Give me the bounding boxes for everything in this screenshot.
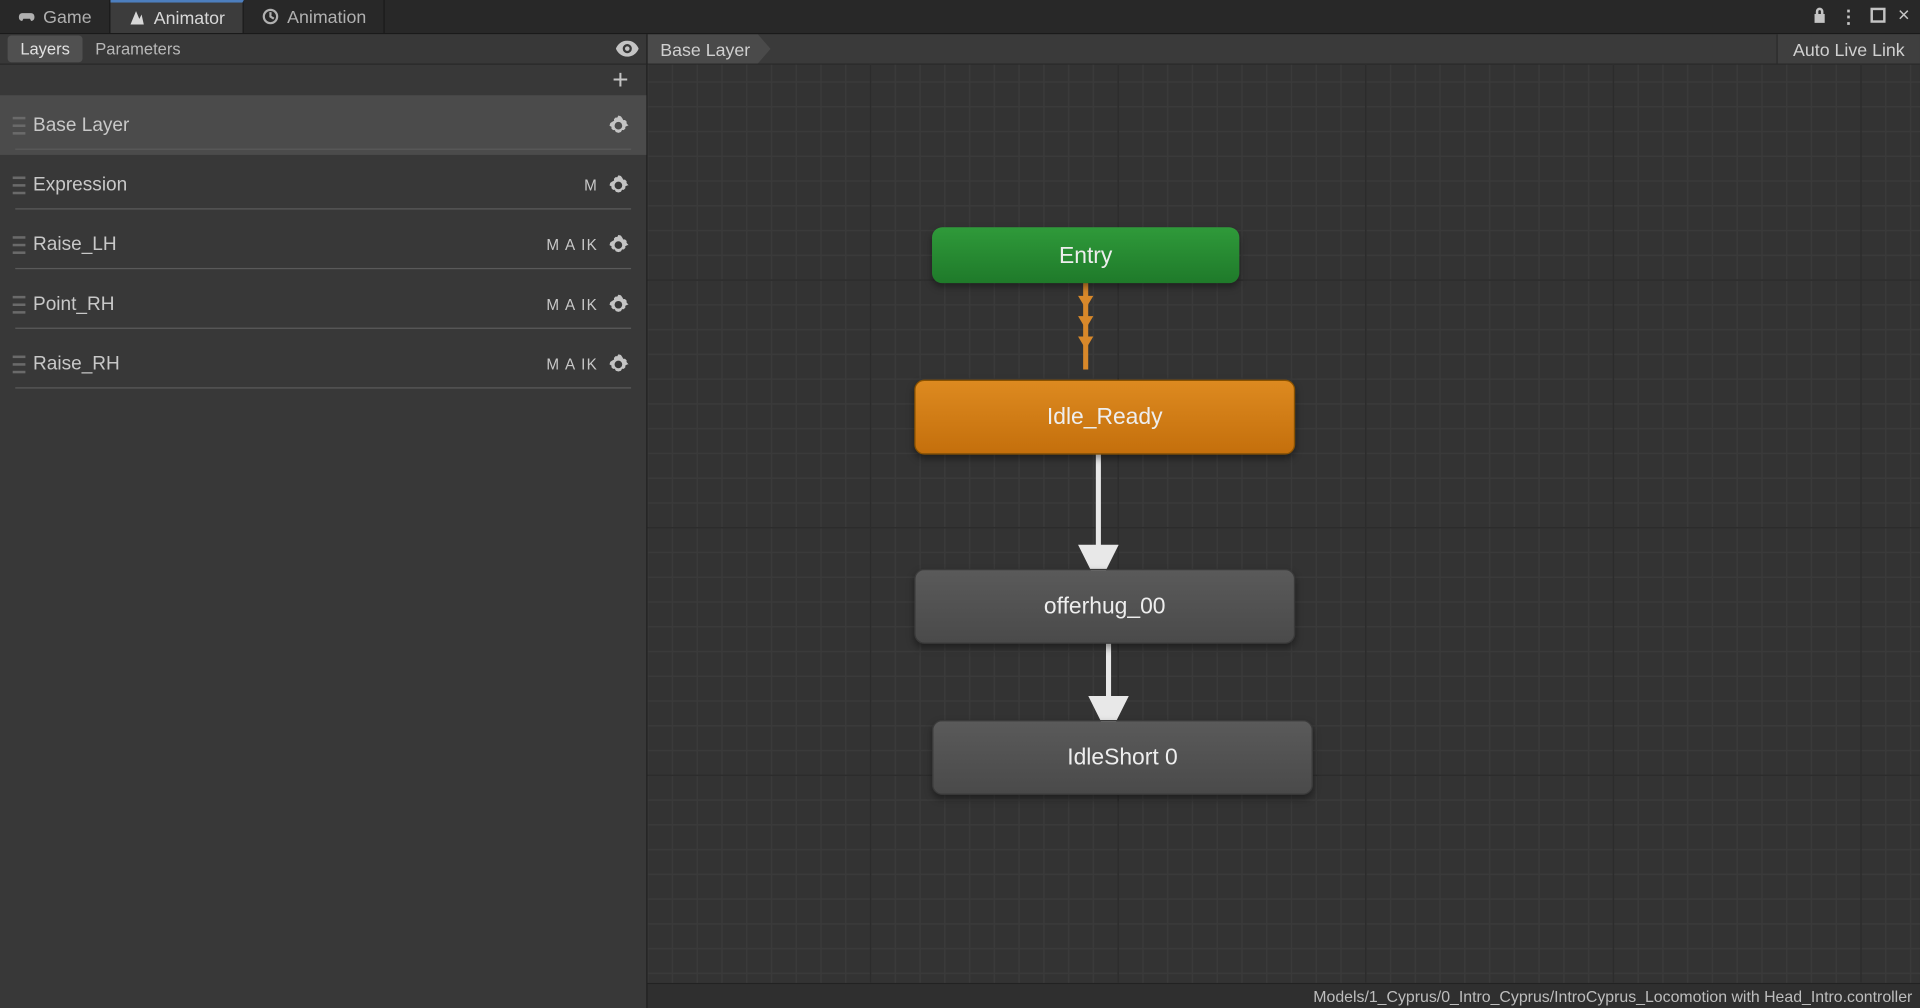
gear-icon[interactable] (608, 234, 628, 254)
animation-clock-icon (262, 8, 280, 26)
tab-game-label: Game (43, 6, 91, 26)
layer-item-base[interactable]: Base Layer (0, 95, 646, 155)
asset-path-label: Models/1_Cyprus/0_Intro_Cyprus/IntroCypr… (1313, 987, 1912, 1005)
maximize-icon[interactable] (1870, 6, 1885, 26)
gear-icon[interactable] (608, 175, 628, 195)
drag-handle-icon[interactable] (13, 355, 26, 373)
layer-item-raise-rh[interactable]: Raise_RH M A IK (0, 334, 646, 394)
layer-badges: M A IK (546, 236, 598, 254)
tab-animator[interactable]: Animator (111, 0, 244, 33)
graph-area: Base Layer Auto Live Link (648, 34, 1920, 1008)
layer-badges: M (584, 176, 598, 194)
auto-live-link-button[interactable]: Auto Live Link (1777, 34, 1920, 63)
drag-handle-icon[interactable] (13, 176, 26, 194)
drag-handle-icon[interactable] (13, 295, 26, 313)
drag-handle-icon[interactable] (13, 116, 26, 134)
layer-item-expression[interactable]: Expression M (0, 155, 646, 215)
close-icon[interactable]: × (1898, 5, 1910, 28)
layer-badges: M A IK (546, 355, 598, 373)
kebab-menu-icon[interactable]: ⋮ (1840, 6, 1858, 28)
layer-label: Base Layer (33, 114, 129, 136)
window-controls: ⋮ × (1801, 0, 1920, 33)
gear-icon[interactable] (608, 294, 628, 314)
graph-canvas[interactable]: Entry Idle_Ready offerhug_00 IdleShort 0 (648, 65, 1920, 983)
add-layer-button[interactable]: + (612, 63, 628, 96)
layer-list: Base Layer Expression M Raise_LH M A (0, 95, 646, 393)
editor-tab-strip: Game Animator Animation ⋮ × (0, 0, 1920, 34)
drag-handle-icon[interactable] (13, 236, 26, 254)
sidetab-parameters[interactable]: Parameters (83, 36, 194, 63)
sidetab-layers[interactable]: Layers (8, 36, 83, 63)
breadcrumb[interactable]: Base Layer (648, 34, 771, 63)
tab-game[interactable]: Game (0, 0, 111, 33)
tab-animation-label: Animation (287, 6, 366, 26)
tab-animator-label: Animator (154, 8, 225, 28)
layer-label: Expression (33, 174, 127, 196)
gear-icon[interactable] (608, 354, 628, 374)
gear-icon[interactable] (608, 115, 628, 135)
node-entry[interactable]: Entry (932, 227, 1239, 283)
node-offerhug[interactable]: offerhug_00 (914, 569, 1295, 644)
animator-icon (128, 9, 146, 27)
layer-label: Raise_RH (33, 353, 120, 375)
layer-label: Point_RH (33, 293, 115, 315)
layer-item-point-rh[interactable]: Point_RH M A IK (0, 274, 646, 334)
gamepad-icon (18, 8, 36, 26)
node-idleshort[interactable]: IdleShort 0 (932, 720, 1313, 795)
layer-label: Raise_LH (33, 234, 117, 256)
lock-icon[interactable] (1812, 6, 1827, 28)
layer-badges: M A IK (546, 295, 598, 313)
node-idle-ready[interactable]: Idle_Ready (914, 380, 1295, 455)
layer-item-raise-lh[interactable]: Raise_LH M A IK (0, 215, 646, 275)
tab-animation[interactable]: Animation (244, 0, 385, 33)
layers-sidebar: Layers Parameters + Base Layer (0, 34, 648, 1008)
eye-icon[interactable] (616, 41, 639, 57)
